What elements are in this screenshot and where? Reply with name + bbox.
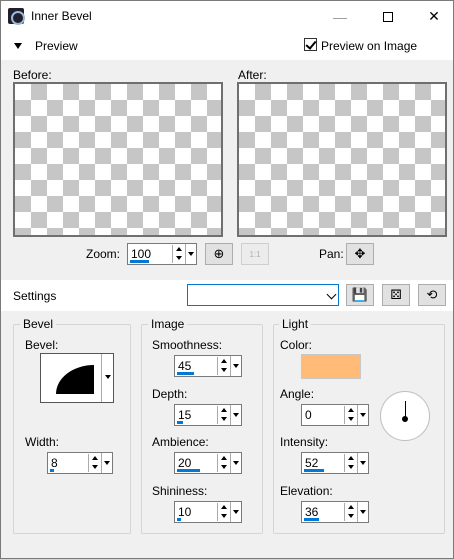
color-label: Color: — [280, 338, 313, 352]
before-label: Before: — [13, 68, 52, 82]
elevation-stepper[interactable]: 36 — [301, 501, 369, 523]
depth-spin-buttons[interactable] — [217, 406, 230, 424]
app-icon — [8, 8, 25, 25]
width-label: Width: — [25, 435, 60, 449]
angle-dropdown-button[interactable] — [357, 405, 368, 425]
depth-value[interactable]: 15 — [178, 408, 191, 422]
intensity-stepper[interactable]: 52 — [301, 452, 369, 474]
smoothness-stepper[interactable]: 45 — [174, 355, 242, 377]
actual-size-icon: 1:1 — [249, 249, 261, 259]
title-bar: Inner Bevel — ✕ — [1, 1, 453, 32]
angle-spin-buttons[interactable] — [344, 406, 357, 424]
pan-button[interactable]: ✥ — [346, 243, 374, 265]
width-spin-buttons[interactable] — [88, 454, 101, 472]
before-preview[interactable] — [13, 82, 223, 237]
zoom-level-bar — [130, 260, 149, 263]
depth-stepper[interactable]: 15 — [174, 404, 242, 426]
ambience-stepper[interactable]: 20 — [174, 452, 242, 474]
angle-stepper[interactable]: 0 — [301, 404, 369, 426]
angle-label: Angle: — [280, 387, 315, 401]
window-title: Inner Bevel — [31, 9, 92, 23]
image-group-title: Image — [148, 317, 188, 331]
ambience-dropdown-button[interactable] — [230, 453, 241, 473]
smoothness-value[interactable]: 45 — [178, 359, 191, 373]
dice-icon: ⚄ — [390, 287, 402, 302]
save-preset-button[interactable]: 💾 — [346, 284, 374, 306]
depth-level-bar — [177, 421, 183, 424]
actual-size-button[interactable]: 1:1 — [241, 243, 269, 265]
inner-bevel-dialog: Inner Bevel — ✕ Preview Preview on Image… — [0, 0, 454, 559]
after-preview[interactable] — [237, 82, 447, 237]
width-stepper[interactable]: 8 — [47, 452, 113, 474]
width-level-bar — [50, 469, 54, 472]
zoom-fit-icon: ⊕ — [213, 246, 225, 261]
zoom-label: Zoom: — [86, 247, 121, 261]
close-button[interactable]: ✕ — [411, 1, 453, 32]
reset-icon: ⟲ — [426, 287, 438, 302]
angle-value[interactable]: 0 — [305, 408, 312, 422]
elevation-spin-buttons[interactable] — [344, 503, 357, 521]
shininess-level-bar — [177, 518, 181, 521]
preview-on-image-label[interactable]: Preview on Image — [321, 39, 417, 53]
width-dropdown-button[interactable] — [101, 453, 112, 473]
ambience-label: Ambience: — [152, 435, 209, 449]
width-value[interactable]: 8 — [51, 456, 58, 470]
maximize-button[interactable] — [365, 1, 411, 32]
shininess-stepper[interactable]: 10 — [174, 501, 242, 523]
elevation-value[interactable]: 36 — [305, 505, 318, 519]
zoom-stepper[interactable]: 100 — [127, 243, 197, 265]
settings-label: Settings — [13, 289, 57, 303]
elevation-level-bar — [304, 518, 320, 521]
zoom-fit-button[interactable]: ⊕ — [205, 243, 233, 265]
depth-label: Depth: — [152, 387, 188, 401]
chevron-down-icon[interactable] — [326, 289, 337, 300]
after-label: After: — [238, 68, 267, 82]
shininess-dropdown-button[interactable] — [230, 502, 241, 522]
randomize-button[interactable]: ⚄ — [382, 284, 410, 306]
bevel-group-title: Bevel — [20, 317, 57, 331]
preview-on-image-checkbox[interactable] — [304, 38, 317, 51]
save-icon: 💾 — [351, 287, 369, 302]
elevation-label: Elevation: — [280, 484, 333, 498]
triangle-down-icon[interactable] — [14, 43, 22, 49]
bevel-shape-dropdown[interactable] — [101, 354, 114, 402]
reset-button[interactable]: ⟲ — [418, 284, 446, 306]
shininess-spin-buttons[interactable] — [217, 503, 230, 521]
ambience-level-bar — [177, 469, 200, 472]
intensity-label: Intensity: — [280, 435, 329, 449]
smoothness-level-bar — [177, 372, 195, 375]
smoothness-label: Smoothness: — [152, 338, 223, 352]
light-group-title: Light — [279, 317, 312, 331]
shininess-label: Shininess: — [152, 484, 208, 498]
preview-toggle-label[interactable]: Preview — [35, 39, 78, 53]
pan-label: Pan: — [319, 247, 344, 261]
smoothness-dropdown-button[interactable] — [230, 356, 241, 376]
pan-move-icon: ✥ — [354, 246, 366, 261]
angle-dial[interactable] — [380, 391, 430, 441]
smoothness-spin-buttons[interactable] — [217, 357, 230, 375]
ambience-spin-buttons[interactable] — [217, 454, 230, 472]
maximize-icon — [383, 11, 393, 22]
shininess-value[interactable]: 10 — [178, 505, 191, 519]
bevel-label: Bevel: — [25, 338, 59, 352]
bevel-shape-picker[interactable] — [40, 353, 114, 403]
zoom-dropdown-button[interactable] — [185, 244, 196, 264]
preset-combobox[interactable] — [187, 284, 339, 306]
zoom-value[interactable]: 100 — [131, 247, 151, 261]
bevel-shape-preview — [56, 365, 94, 394]
ambience-value[interactable]: 20 — [178, 456, 191, 470]
intensity-value[interactable]: 52 — [305, 456, 318, 470]
intensity-level-bar — [304, 469, 324, 472]
minimize-button[interactable]: — — [317, 1, 363, 32]
zoom-spin-buttons[interactable] — [172, 245, 185, 263]
depth-dropdown-button[interactable] — [230, 405, 241, 425]
light-color-swatch[interactable] — [301, 354, 361, 379]
intensity-dropdown-button[interactable] — [357, 453, 368, 473]
angle-dial-center — [402, 416, 408, 422]
elevation-dropdown-button[interactable] — [357, 502, 368, 522]
intensity-spin-buttons[interactable] — [344, 454, 357, 472]
